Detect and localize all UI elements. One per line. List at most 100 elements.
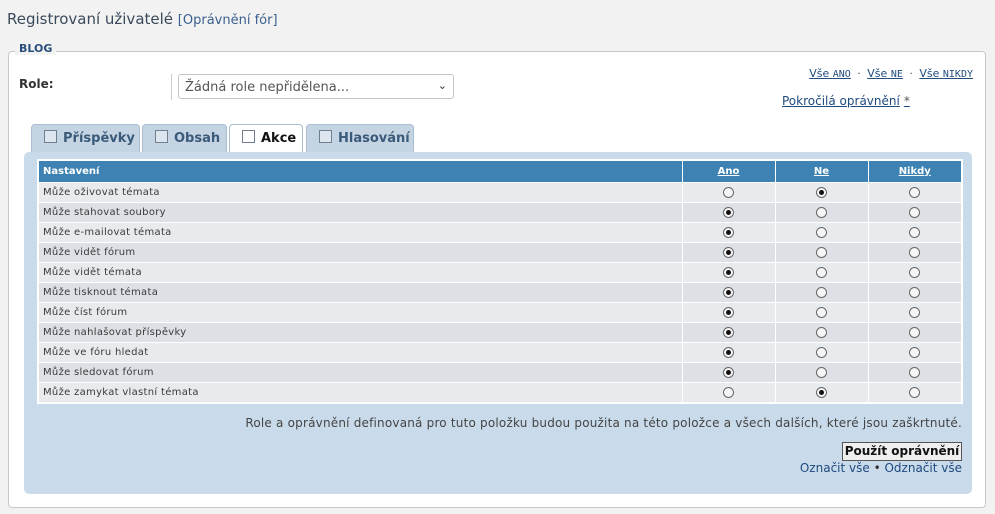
permission-cell [868, 282, 963, 303]
permission-cell [682, 282, 776, 303]
column-header-no[interactable]: Ne [775, 160, 869, 183]
mark-links: Označit vše • Odznačit vše [800, 461, 962, 475]
table-row: Může vidět fórum [38, 242, 963, 263]
radio-no[interactable] [816, 326, 827, 338]
tab-akce[interactable]: Akce [229, 124, 303, 154]
radio-yes[interactable] [723, 226, 734, 238]
radio-never[interactable] [909, 306, 921, 318]
permission-cell [868, 382, 963, 403]
checkbox-icon[interactable] [242, 130, 255, 143]
radio-no[interactable] [816, 266, 827, 278]
fieldset-legend: BLOG [15, 42, 57, 55]
radio-yes[interactable] [723, 306, 734, 318]
set-all-never-link[interactable]: Vše NIKDY [919, 67, 973, 80]
permission-label: Může tisknout témata [38, 282, 683, 303]
tab-hlasovani[interactable]: Hlasování [306, 124, 414, 152]
radio-never[interactable] [909, 326, 921, 338]
advanced-permissions-label: Pokročilá oprávnění [782, 94, 900, 108]
permission-cell [775, 342, 869, 363]
radio-never[interactable] [909, 186, 921, 198]
radio-never[interactable] [909, 206, 921, 218]
radio-never[interactable] [909, 246, 921, 258]
permission-cell [775, 322, 869, 343]
radio-no[interactable] [816, 386, 827, 398]
radio-yes[interactable] [723, 366, 734, 378]
checkbox-icon[interactable] [155, 130, 168, 143]
advanced-permissions-link[interactable]: Pokročilá oprávnění * [782, 94, 910, 108]
column-header-never[interactable]: Nikdy [868, 160, 963, 183]
page-title: Registrovaní uživatelé [Oprávnění fór] [7, 10, 278, 28]
table-row: Může nahlašovat příspěvky [38, 322, 963, 343]
tab-prispevky[interactable]: Příspěvky [31, 124, 140, 152]
table-row: Může ve fóru hledat [38, 342, 963, 363]
table-row: Může sledovat fórum [38, 362, 963, 383]
permission-cell [868, 262, 963, 283]
permission-cell [868, 222, 963, 243]
radio-no[interactable] [816, 206, 827, 218]
radio-never[interactable] [909, 366, 921, 378]
column-header-setting: Nastavení [38, 160, 683, 183]
permission-cell [775, 282, 869, 303]
radio-yes[interactable] [723, 386, 734, 398]
permission-cell [868, 362, 963, 383]
permission-cell [775, 202, 869, 223]
radio-no[interactable] [816, 246, 827, 258]
apply-permissions-button[interactable]: Použít oprávnění [842, 442, 962, 461]
checkbox-icon[interactable] [44, 130, 57, 143]
permission-cell [775, 242, 869, 263]
permission-cell [868, 342, 963, 363]
radio-yes[interactable] [723, 186, 734, 198]
permission-cell [775, 302, 869, 323]
radio-no[interactable] [816, 226, 827, 238]
radio-yes[interactable] [723, 286, 734, 298]
permission-cell [682, 262, 776, 283]
column-header-yes[interactable]: Ano [682, 160, 776, 183]
radio-yes[interactable] [723, 346, 734, 358]
role-select[interactable]: Žádná role nepřidělena... ⌄ [178, 74, 454, 99]
radio-never[interactable] [909, 386, 921, 398]
radio-no[interactable] [816, 286, 827, 298]
table-header-row: Nastavení Ano Ne Nikdy [38, 160, 963, 183]
permission-label: Může oživovat témata [38, 182, 683, 203]
radio-yes[interactable] [723, 326, 734, 338]
permission-cell [775, 182, 869, 203]
radio-yes[interactable] [723, 206, 734, 218]
radio-no[interactable] [816, 366, 827, 378]
permission-label: Může stahovat soubory [38, 202, 683, 223]
permission-cell [682, 202, 776, 223]
separator-dot: · [909, 67, 913, 80]
role-label: Role: [19, 77, 54, 91]
permission-cell [682, 342, 776, 363]
permission-cell [868, 182, 963, 203]
permission-label: Může sledovat fórum [38, 362, 683, 383]
permission-cell [868, 242, 963, 263]
radio-no[interactable] [816, 306, 827, 318]
permission-cell [682, 302, 776, 323]
set-all-no-link[interactable]: Vše NE [867, 67, 903, 80]
radio-never[interactable] [909, 346, 921, 358]
radio-never[interactable] [909, 286, 921, 298]
permission-label: Může vidět fórum [38, 242, 683, 263]
radio-never[interactable] [909, 266, 921, 278]
radio-yes[interactable] [723, 246, 734, 258]
separator-dot: · [857, 67, 861, 80]
chevron-down-icon: ⌄ [437, 79, 447, 92]
radio-no[interactable] [816, 186, 827, 198]
radio-yes[interactable] [723, 266, 734, 278]
role-divider [171, 74, 172, 100]
table-row: Může číst fórum [38, 302, 963, 323]
unmark-all-link[interactable]: Odznačit vše [884, 461, 962, 475]
mark-all-link[interactable]: Označit vše [800, 461, 870, 475]
radio-no[interactable] [816, 346, 827, 358]
permission-cell [682, 322, 776, 343]
permission-cell [775, 262, 869, 283]
set-all-yes-link[interactable]: Vše ANO [809, 67, 851, 80]
permission-cell [775, 362, 869, 383]
tab-obsah[interactable]: Obsah [142, 124, 227, 152]
radio-never[interactable] [909, 226, 921, 238]
role-select-value: Žádná role nepřidělena... [185, 80, 350, 95]
permissions-note: Role a oprávnění definovaná pro tuto pol… [245, 416, 962, 430]
checkbox-icon[interactable] [319, 130, 332, 143]
permission-label: Může ve fóru hledat [38, 342, 683, 363]
permission-cell [868, 322, 963, 343]
